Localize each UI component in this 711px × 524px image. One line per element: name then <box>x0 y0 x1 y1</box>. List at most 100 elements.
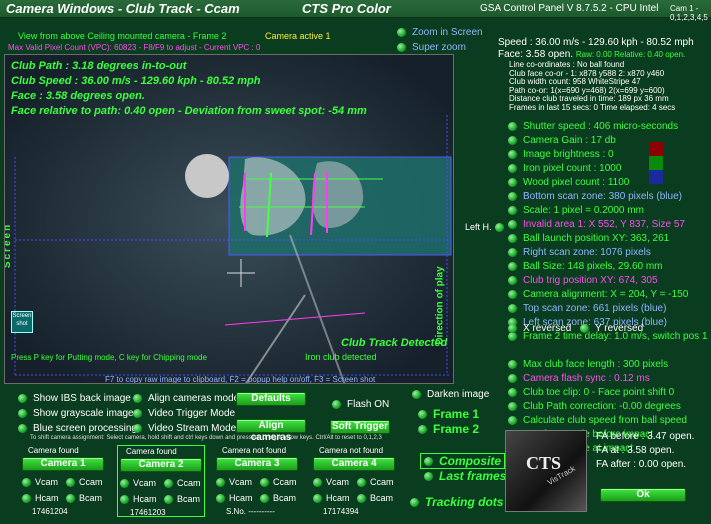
camera-button[interactable]: Camera 1 <box>22 457 104 471</box>
setting-radio[interactable] <box>508 359 517 369</box>
super-zoom-option[interactable]: Super zoom <box>397 42 466 53</box>
bcam-option[interactable]: Bcam <box>357 493 393 503</box>
vcam-radio[interactable] <box>22 477 31 487</box>
hcam-option[interactable]: Hcam <box>216 493 253 503</box>
setting-row[interactable]: Wood pixel count : 1100 <box>508 175 708 189</box>
video-trigger-radio[interactable] <box>133 409 142 418</box>
setting-radio[interactable] <box>508 303 517 313</box>
vcam-option[interactable]: Vcam <box>22 477 58 487</box>
swatch-green[interactable] <box>649 156 663 170</box>
setting-radio[interactable] <box>508 247 517 257</box>
ccam-option[interactable]: Ccam <box>164 478 201 488</box>
setting-radio[interactable] <box>508 415 517 425</box>
setting-radio[interactable] <box>508 261 517 271</box>
ccam-radio[interactable] <box>164 478 173 488</box>
super-zoom-radio[interactable] <box>397 43 406 52</box>
setting-radio[interactable] <box>508 373 517 383</box>
show-ibs-option[interactable]: Show IBS back image <box>18 391 137 406</box>
hcam-option[interactable]: Hcam <box>120 494 157 504</box>
setting-row[interactable]: Club toe clip: 0 - Face point shift 0 <box>508 385 708 399</box>
ccam-option[interactable]: Ccam <box>260 477 297 487</box>
screenshot-button[interactable]: Screen shot <box>11 311 33 333</box>
frame1-radio[interactable] <box>418 409 427 419</box>
ccam-radio[interactable] <box>66 477 75 487</box>
zoom-in-radio[interactable] <box>397 28 406 37</box>
bcam-radio[interactable] <box>164 494 173 504</box>
hcam-radio[interactable] <box>313 493 322 503</box>
setting-row[interactable]: Shutter speed : 406 micro-seconds <box>508 119 708 133</box>
show-ibs-radio[interactable] <box>18 394 27 403</box>
bcam-option[interactable]: Bcam <box>260 493 296 503</box>
flash-on-radio[interactable] <box>332 400 341 409</box>
y-reversed-option[interactable]: Y reversed <box>580 323 643 334</box>
darken-radio[interactable] <box>412 390 421 399</box>
camera-button[interactable]: Camera 2 <box>120 458 202 472</box>
bcam-option[interactable]: Bcam <box>66 493 102 503</box>
setting-radio[interactable] <box>508 135 517 145</box>
blue-screen-option[interactable]: Blue screen processing <box>18 421 137 436</box>
hcam-option[interactable]: Hcam <box>313 493 350 503</box>
setting-row[interactable]: Iron pixel count : 1000 <box>508 161 708 175</box>
zoom-in-option[interactable]: Zoom in Screen <box>397 27 483 38</box>
ccam-option[interactable]: Ccam <box>357 477 394 487</box>
composite-option[interactable]: Composite <box>420 453 506 469</box>
bcam-radio[interactable] <box>260 493 269 503</box>
blue-screen-radio[interactable] <box>18 424 27 433</box>
vcam-option[interactable]: Vcam <box>216 477 252 487</box>
vcam-radio[interactable] <box>120 478 129 488</box>
flash-on-option[interactable]: Flash ON <box>332 399 389 410</box>
vcam-radio[interactable] <box>313 477 322 487</box>
video-stream-radio[interactable] <box>133 424 142 433</box>
video-trigger-option[interactable]: Video Trigger Mode <box>133 406 239 421</box>
composite-radio[interactable] <box>424 456 433 466</box>
align-mode-radio[interactable] <box>133 394 142 403</box>
setting-row[interactable]: Bottom scan zone: 380 pixels (blue) <box>508 189 708 203</box>
hcam-radio[interactable] <box>216 493 225 503</box>
setting-row[interactable]: Camera flash sync : 0.12 ms <box>508 371 708 385</box>
hcam-option[interactable]: Hcam <box>22 493 59 503</box>
swatch-blue[interactable] <box>649 170 663 184</box>
setting-radio[interactable] <box>508 205 517 215</box>
video-stream-option[interactable]: Video Stream Mode <box>133 421 239 436</box>
setting-row[interactable]: Right scan zone: 1076 pixels <box>508 245 708 259</box>
vcam-radio[interactable] <box>216 477 225 487</box>
camera-button[interactable]: Camera 4 <box>313 457 395 471</box>
setting-radio[interactable] <box>508 121 517 131</box>
camera-video[interactable]: Club Path : 3.18 degrees in-to-out Club … <box>4 54 454 384</box>
setting-radio[interactable] <box>508 149 517 159</box>
setting-row[interactable] <box>508 343 708 357</box>
darken-option[interactable]: Darken image <box>412 389 489 400</box>
setting-row[interactable]: Top scan zone: 661 pixels (blue) <box>508 301 708 315</box>
bcam-option[interactable]: Bcam <box>164 494 200 504</box>
ccam-radio[interactable] <box>260 477 269 487</box>
show-grayscale-radio[interactable] <box>18 409 27 418</box>
setting-radio[interactable] <box>508 401 517 411</box>
setting-radio[interactable] <box>508 289 517 299</box>
show-grayscale-option[interactable]: Show grayscale image <box>18 406 137 421</box>
frame1-option[interactable]: Frame 1 <box>418 407 479 421</box>
vcam-option[interactable]: Vcam <box>120 478 156 488</box>
setting-radio[interactable] <box>508 387 517 397</box>
ok-button[interactable]: Ok <box>600 488 686 502</box>
setting-radio[interactable] <box>508 163 517 173</box>
left-hand-radio[interactable] <box>495 223 504 232</box>
ccam-option[interactable]: Ccam <box>66 477 103 487</box>
setting-radio[interactable] <box>508 191 517 201</box>
defaults-button[interactable]: Defaults <box>236 392 306 406</box>
vcam-option[interactable]: Vcam <box>313 477 349 487</box>
x-reversed-radio[interactable] <box>508 324 517 333</box>
setting-row[interactable]: Scale: 1 pixel = 0.2000 mm <box>508 203 708 217</box>
x-reversed-option[interactable]: X reversed <box>508 323 571 334</box>
frame2-radio[interactable] <box>418 424 427 434</box>
hcam-radio[interactable] <box>120 494 129 504</box>
setting-radio[interactable] <box>508 233 517 243</box>
last-frames-option[interactable]: Last frames <box>424 469 506 483</box>
setting-row[interactable]: Ball Size: 148 pixels, 29.60 mm <box>508 259 708 273</box>
setting-row[interactable]: Club trig position XY: 674, 305 <box>508 273 708 287</box>
setting-row[interactable]: Ball launch position XY: 363, 261 <box>508 231 708 245</box>
swatch-red[interactable] <box>649 142 663 156</box>
frame2-option[interactable]: Frame 2 <box>418 422 479 436</box>
last-frames-radio[interactable] <box>424 471 433 481</box>
setting-row[interactable]: Image brightness : 0 <box>508 147 708 161</box>
bcam-radio[interactable] <box>357 493 366 503</box>
